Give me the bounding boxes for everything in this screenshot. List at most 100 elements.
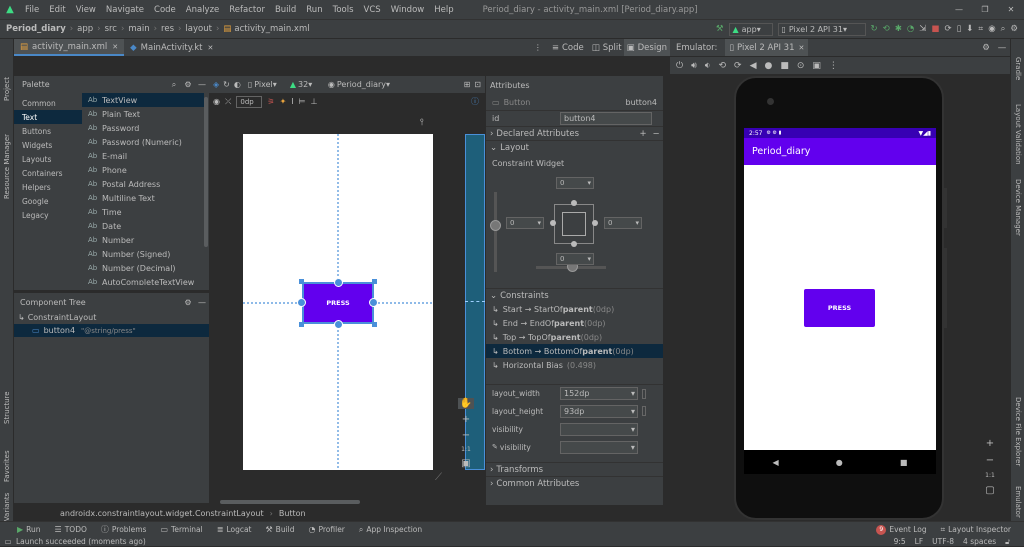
palette-category-text[interactable]: Text [14, 110, 82, 124]
palette-item[interactable]: Ab Number (Signed) [82, 247, 204, 261]
zoom-actual-icon[interactable]: 1:1 [461, 446, 471, 453]
volume-up-icon[interactable]: 🔊︎ [691, 61, 697, 71]
margin-left-field[interactable]: 0 ▾ [506, 217, 544, 229]
resize-handle[interactable] [299, 279, 304, 284]
align-icon[interactable]: ⊨ [299, 97, 306, 106]
zoom-fit-icon[interactable]: ▣ [461, 458, 470, 469]
common-attributes-section[interactable]: › Common Attributes [486, 476, 663, 490]
favorites-tool-tab[interactable]: Favorites [3, 450, 11, 482]
restore-icon[interactable]: ❐ [972, 5, 998, 14]
palette-category-layouts[interactable]: Layouts [14, 152, 82, 166]
build-tool-button[interactable]: ⚒ Build [259, 525, 302, 534]
constraint-anchor-top[interactable] [571, 200, 577, 206]
resize-handle[interactable] [299, 322, 304, 327]
remove-attribute-icon[interactable]: − [649, 129, 663, 139]
id-field[interactable]: button4 [560, 112, 652, 125]
autoconnect-icon[interactable]: ⤫ [225, 97, 231, 107]
home-icon[interactable]: ● [764, 61, 772, 71]
palette-scrollbar[interactable] [204, 97, 208, 247]
more-icon[interactable]: ⋮ [829, 61, 838, 71]
palette-item[interactable]: Ab Date [82, 219, 204, 233]
account-icon[interactable]: ◉ [988, 24, 995, 34]
resize-handle[interactable] [372, 279, 377, 284]
menu-vcs[interactable]: VCS [359, 5, 386, 15]
layout-validation-tool-tab[interactable]: Layout Validation [1014, 104, 1022, 165]
margin-bottom-field[interactable]: 0 ▾ [556, 253, 594, 265]
menu-help[interactable]: Help [429, 5, 458, 15]
visibility-field[interactable]: ▾ [560, 422, 638, 436]
anchor-right[interactable] [369, 298, 378, 307]
palette-category-common[interactable]: Common [14, 96, 82, 110]
constraints-section[interactable]: ⌄ Constraints [486, 288, 663, 302]
nav-back-icon[interactable]: ◀ [773, 458, 779, 467]
lock-icon[interactable]: 🔓︎ [1005, 537, 1010, 547]
palette-category-legacy[interactable]: Legacy [14, 208, 82, 222]
app-inspection-tool-button[interactable]: ⌕ App Inspection [352, 525, 429, 535]
device-manager-tool-tab[interactable]: Device Manager [1014, 179, 1022, 236]
device-select[interactable]: ▯ Pixel 2 API 31 ▾ [777, 22, 866, 36]
pin-icon[interactable]: ⫯ [420, 118, 424, 128]
constraint-row[interactable]: ↳ Start → StartOf parent (0dp) [486, 302, 663, 316]
menu-code[interactable]: Code [149, 5, 181, 15]
layout-inspector-icon[interactable]: ⌗ [978, 24, 983, 34]
palette-item[interactable]: Ab Multiline Text [82, 191, 204, 205]
palette-item[interactable]: Ab AutoCompleteTextView [82, 275, 204, 286]
todo-tool-button[interactable]: ☰ TODO [48, 525, 94, 534]
power-icon[interactable]: ⏻ [676, 61, 683, 71]
tree-row-button4[interactable]: ▭ button4 "@string/press" [14, 324, 209, 337]
structure-tool-tab[interactable]: Structure [3, 391, 11, 424]
problems-tool-button[interactable]: ⓘ Problems [94, 524, 154, 535]
default-margin-field[interactable]: 0dp [236, 95, 263, 108]
file-encoding[interactable]: UTF-8 [932, 537, 954, 546]
breadcrumb-item[interactable]: Period_diary [6, 24, 66, 34]
horizontal-scrollbar[interactable] [220, 500, 360, 504]
rerun-icon[interactable]: ↻ [871, 24, 878, 34]
minimize-panel-icon[interactable]: — [994, 43, 1010, 53]
device-file-explorer-tool-tab[interactable]: Device File Explorer [1014, 397, 1022, 466]
search-icon[interactable]: ⌕ [167, 80, 181, 90]
breadcrumb-item[interactable]: res [161, 24, 174, 34]
gear-icon[interactable]: ⚙ [181, 298, 195, 307]
transforms-section[interactable]: › Transforms [486, 462, 663, 476]
palette-item[interactable]: Ab Postal Address [82, 177, 204, 191]
layout-width-unset-icon[interactable] [642, 388, 646, 399]
rotate-left-icon[interactable]: ⟲ [718, 61, 726, 71]
gradle-tool-tab[interactable]: Gradle [1014, 57, 1022, 80]
gear-icon[interactable]: ⚙ [978, 43, 994, 53]
add-attribute-icon[interactable]: + [637, 129, 649, 139]
menu-view[interactable]: View [71, 5, 101, 15]
breadcrumb-item[interactable]: layout [185, 24, 212, 34]
run-config-select[interactable]: ▲ app ▾ [728, 22, 773, 36]
vertical-bias-knob[interactable] [490, 220, 501, 231]
tab-activity-main[interactable]: ▤ activity_main.xml ✕ [14, 39, 125, 56]
minimize-panel-icon[interactable]: — [195, 80, 209, 89]
anchor-top[interactable] [334, 278, 343, 287]
layout-height-unset-icon[interactable] [642, 406, 646, 416]
more-tabs-icon[interactable]: ⋮ [530, 43, 546, 52]
emulator-tool-tab[interactable]: Emulator [1014, 486, 1022, 518]
locale-icon[interactable]: ⊞ [464, 80, 471, 89]
screenshot-icon[interactable]: ⊙ [797, 61, 805, 71]
code-mode-button[interactable]: ≡ Code [546, 39, 590, 56]
palette-item[interactable]: Ab Password (Numeric) [82, 135, 204, 149]
guidelines-icon[interactable]: I [291, 97, 293, 106]
anchor-bottom[interactable] [334, 320, 343, 329]
avd-manager-icon[interactable]: ▯ [957, 24, 962, 34]
overview-icon[interactable]: ■ [780, 61, 789, 71]
menu-file[interactable]: File [20, 5, 44, 15]
anchor-left[interactable] [297, 298, 306, 307]
layout-inspector-tool-button[interactable]: ⌗ Layout Inspector [934, 525, 1018, 535]
night-mode-icon[interactable]: ◐ [234, 80, 241, 89]
layout-width-field[interactable]: 152dp ▾ [560, 387, 638, 400]
debug-icon[interactable]: ✱ [895, 24, 902, 34]
api-menu[interactable]: ▲ 32 ▾ [286, 78, 321, 91]
nav-recents-icon[interactable]: ■ [900, 458, 908, 467]
infer-constraints-icon[interactable]: ✦ [280, 97, 287, 106]
gear-icon[interactable]: ⚙ [181, 80, 195, 89]
menu-navigate[interactable]: Navigate [101, 5, 149, 15]
palette-item[interactable]: Ab Number [82, 233, 204, 247]
menu-refactor[interactable]: Refactor [224, 5, 270, 15]
palette-item[interactable]: Ab Phone [82, 163, 204, 177]
menu-window[interactable]: Window [386, 5, 430, 15]
terminal-tool-button[interactable]: ▭ Terminal [153, 525, 209, 534]
